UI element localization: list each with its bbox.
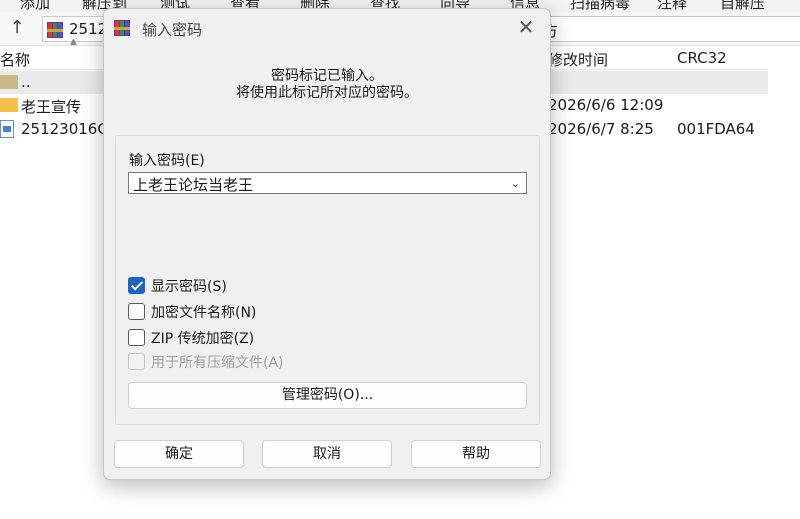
toolbar-sfx[interactable]: 自解压 [720, 0, 765, 12]
file-crc: 001FDA64 [677, 120, 755, 138]
all-archives-label: 用于所有压缩文件(A) [151, 355, 284, 371]
toolbar-add[interactable]: 添加 [20, 0, 50, 12]
ok-button[interactable]: 确定 [114, 440, 244, 468]
chevron-down-icon[interactable]: ⌄ [511, 173, 520, 195]
manage-passwords-button[interactable]: 管理密码(O)... [128, 382, 527, 409]
winrar-books-icon [46, 21, 64, 39]
toolbar-comment[interactable]: 注释 [657, 0, 687, 12]
column-modified[interactable]: 修改时间 [548, 49, 608, 70]
help-button[interactable]: 帮助 [411, 440, 541, 468]
folder-up-icon [0, 75, 18, 89]
dialog-message-line2: 将使用此标记所对应的密码。 [236, 85, 418, 101]
checkbox-unchecked[interactable] [128, 303, 145, 320]
password-group: 输入密码(E) 上老王论坛当老王 ⌄ 显示密码(S) 加密文件名称(N) ZIP… [115, 135, 540, 425]
encrypt-names-checkbox[interactable]: 加密文件名称(N) [128, 302, 428, 322]
show-password-label: 显示密码(S) [151, 279, 227, 295]
zip-legacy-label: ZIP 传统加密(Z) [151, 331, 255, 347]
file-modified: 2026/6/6 12:09 [548, 96, 664, 114]
checkbox-disabled [128, 353, 145, 370]
dialog-titlebar[interactable]: 输入密码 ✕ [104, 9, 550, 47]
password-value: 上老王论坛当老王 [133, 176, 254, 194]
folder-icon [0, 98, 18, 112]
all-archives-checkbox: 用于所有压缩文件(A) [128, 352, 428, 372]
path-text: 2512 [69, 20, 108, 38]
winrar-books-icon [113, 19, 131, 37]
show-password-checkbox[interactable]: 显示密码(S) [128, 276, 428, 296]
sort-caret-icon: ▲ [70, 37, 77, 47]
arrow-up-icon[interactable]: ↑ [6, 17, 28, 39]
password-dialog: 输入密码 ✕ 密码标记已输入。 将使用此标记所对应的密码。 输入密码(E) 上老… [103, 8, 551, 480]
file-name: 25123016C [21, 120, 108, 138]
column-name[interactable]: 名称 [0, 49, 30, 70]
checkbox-checked[interactable] [128, 277, 145, 294]
column-crc[interactable]: CRC32 [677, 49, 727, 67]
file-name: .. [21, 73, 31, 91]
close-icon[interactable]: ✕ [514, 15, 538, 39]
dialog-title: 输入密码 [142, 21, 203, 39]
password-combobox[interactable]: 上老王论坛当老王 ⌄ [128, 172, 527, 194]
zip-legacy-checkbox[interactable]: ZIP 传统加密(Z) [128, 328, 428, 348]
toolbar-virus-scan[interactable]: 扫描病毒 [570, 0, 630, 12]
password-label: 输入密码(E) [129, 153, 205, 169]
file-name: 老王宣传 [21, 98, 82, 116]
file-icon [0, 120, 14, 138]
encrypt-names-label: 加密文件名称(N) [151, 305, 257, 321]
file-modified: 2026/6/7 8:25 [548, 120, 654, 138]
checkbox-unchecked[interactable] [128, 329, 145, 346]
cancel-button[interactable]: 取消 [262, 440, 392, 468]
